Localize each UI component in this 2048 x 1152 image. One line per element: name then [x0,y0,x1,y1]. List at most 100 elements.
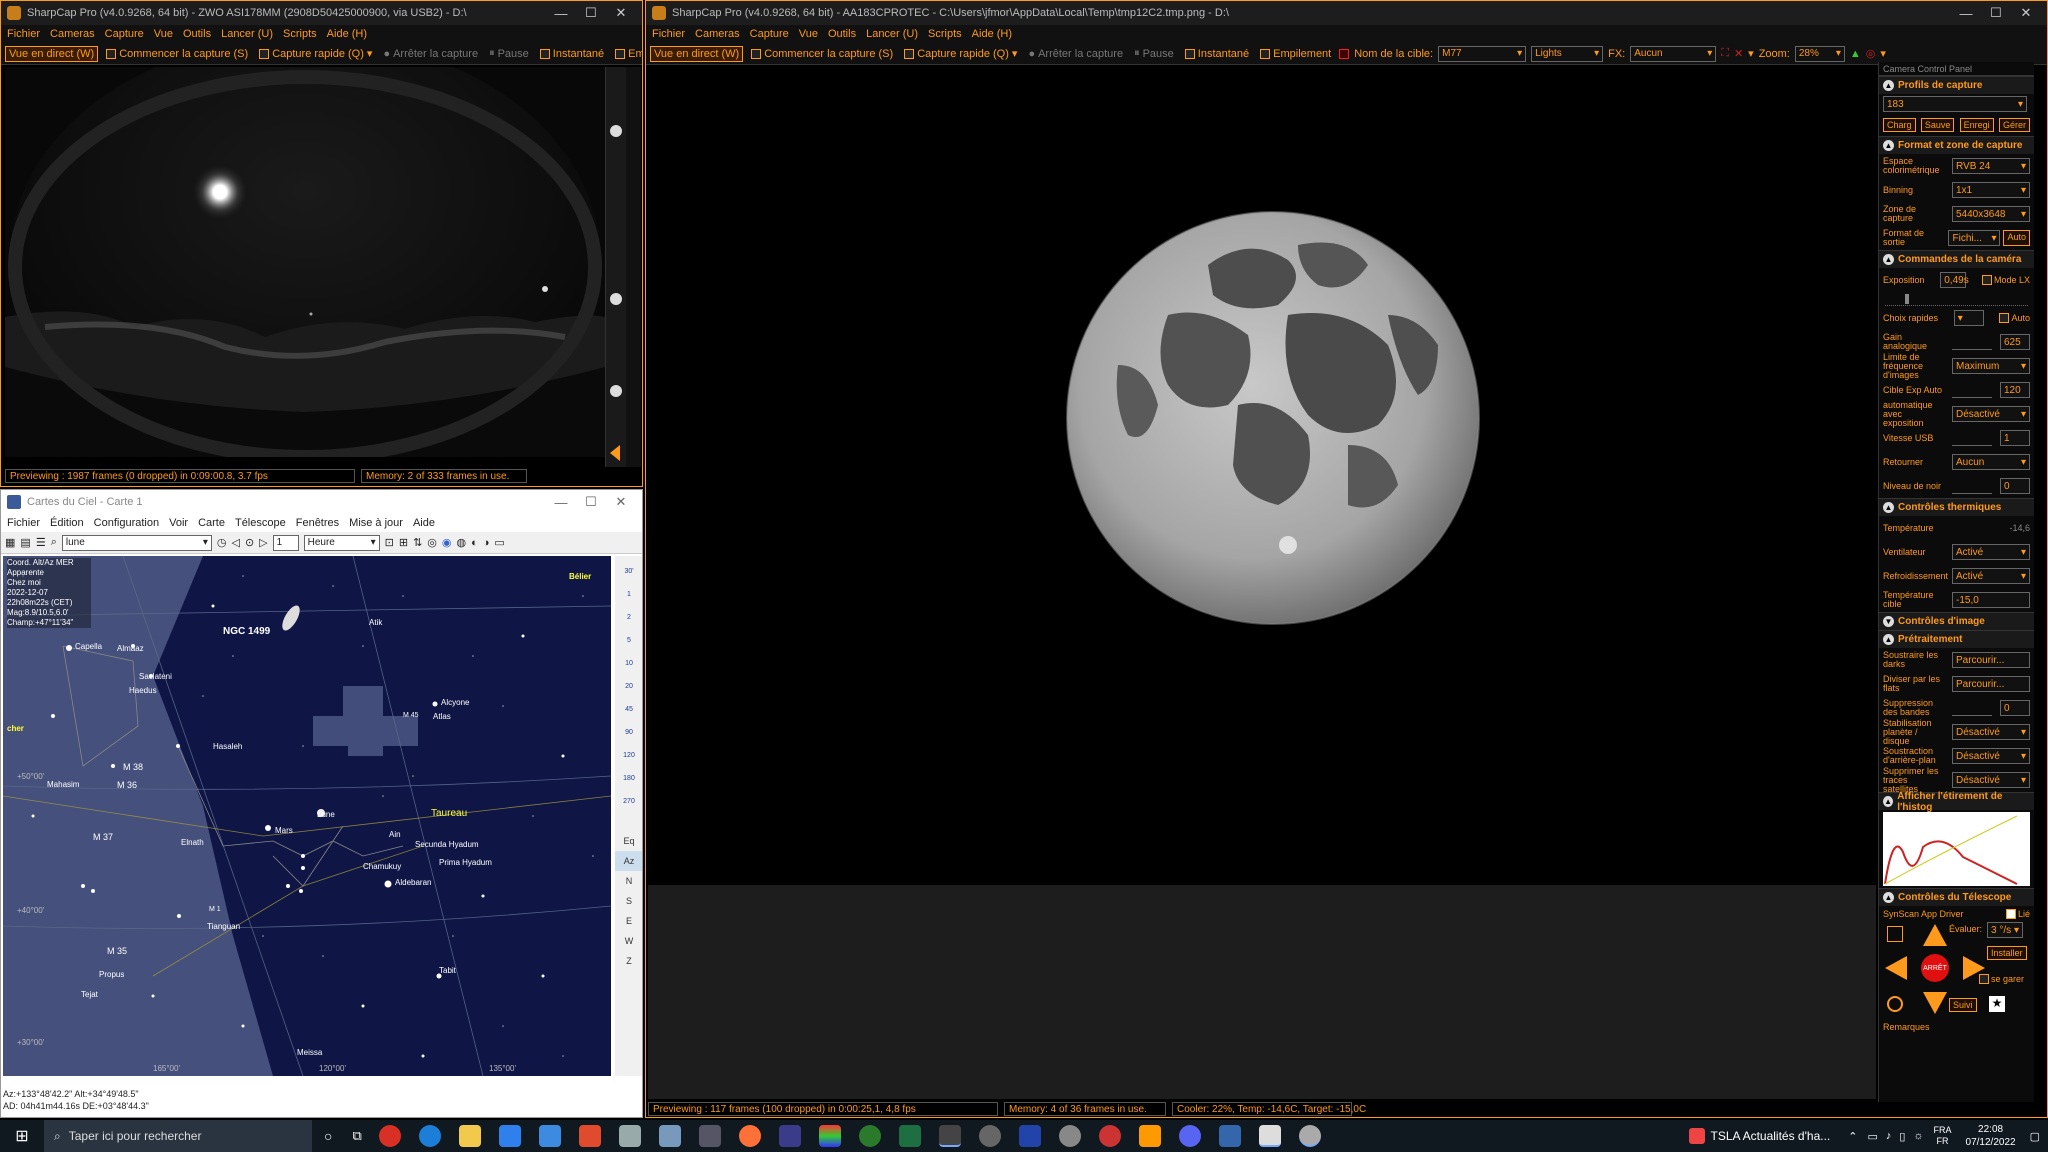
calculator-icon[interactable] [698,1125,721,1147]
section-image-controls[interactable]: ▼ Contrôles d'image [1879,612,2034,630]
app-icon-18[interactable] [1058,1125,1081,1147]
tray-chevron-icon[interactable]: ⌃ [1848,1130,1857,1143]
side-icon-up-1[interactable] [610,125,622,137]
center-icon[interactable]: ◎ [427,536,437,549]
stop-mount-button[interactable]: ARRÊT [1921,954,1949,982]
close-button[interactable]: ✕ [606,494,636,510]
zoom-dropdown[interactable]: 28% ▾ [1794,45,1845,62]
usb-speed-input[interactable]: 1 [2000,430,2030,446]
zoom-180[interactable]: 180 [615,767,642,790]
menu-outils[interactable]: Outils [828,28,856,40]
tray-icon-extra[interactable]: ☼ [1913,1130,1923,1142]
close-button[interactable]: ✕ [606,5,636,21]
banding-slider[interactable] [1952,700,1992,716]
app-icon-7[interactable] [618,1125,641,1147]
notification-icon[interactable]: ▢ [2030,1130,2040,1143]
start-capture-button[interactable]: Commencer la capture (S) [103,47,251,61]
black-level-input[interactable]: 0 [2000,478,2030,494]
office-icon[interactable] [578,1125,601,1147]
planet-icon[interactable]: ◍ [457,536,467,549]
exposure-input[interactable]: 0,49s [1940,272,1969,288]
sun-icon[interactable]: ◑ [483,537,490,549]
auto-exposure-checkbox[interactable]: Auto [1999,313,2030,323]
chevron-down-icon[interactable]: ▾ [1880,47,1886,60]
banding-input[interactable]: 0 [2000,700,2030,716]
north-button[interactable]: N [615,871,642,891]
equatorial-button[interactable]: Eq [615,831,642,851]
histogram-mini[interactable] [1883,812,2030,886]
frame-rate-limit-dropdown[interactable]: Maximum ▾ [1952,358,2030,374]
stabilization-dropdown[interactable]: Désactivé ▾ [1952,724,2030,740]
menu-capture[interactable]: Capture [105,28,144,40]
fan-dropdown[interactable]: Activé ▾ [1952,544,2030,560]
title-bar[interactable]: Cartes du Ciel - Carte 1 — ☐ ✕ [1,490,642,514]
time-step-input[interactable]: 1 [272,534,299,551]
flip-icon[interactable]: ⇅ [413,536,422,549]
time-step-unit-dropdown[interactable]: Heure ▾ [303,534,380,551]
gain-input[interactable]: 625 [2000,334,2030,350]
auto-exp-target-slider[interactable] [1952,382,1992,398]
menu-scripts[interactable]: Scripts [283,28,317,40]
zoom-270[interactable]: 270 [615,790,642,813]
east-button[interactable]: E [615,911,642,931]
frame-type-dropdown[interactable]: Lights ▾ [1531,45,1604,62]
background-subtraction-dropdown[interactable]: Désactivé ▾ [1952,748,2030,764]
install-button[interactable]: Installer [1987,946,2027,960]
app-icon-17[interactable] [1018,1125,1041,1147]
app-icon-15[interactable] [938,1125,961,1147]
maximize-button[interactable]: ☐ [576,5,606,21]
zoom-20[interactable]: 20 [615,675,642,698]
zoom-1[interactable]: 1 [615,583,642,606]
quick-capture-button[interactable]: Capture rapide (Q) ▾ [901,46,1020,61]
mount-target-icon[interactable] [1887,996,1903,1012]
profile-load-button[interactable]: Charg [1883,118,1916,132]
auto-exp-target-input[interactable]: 120 [2000,382,2030,398]
capture-area-dropdown[interactable]: 5440x3648 ▾ [1952,206,2030,222]
side-collapse-arrow-icon[interactable] [610,445,620,461]
maximize-button[interactable]: ☐ [1981,5,2011,21]
usb-speed-slider[interactable] [1952,430,1992,446]
main-sharpcap-window[interactable]: SharpCap Pro (v4.0.9268, 64 bit) - AA183… [645,0,2048,1118]
profile-manage-button[interactable]: Gérer [1998,118,2030,132]
color-space-dropdown[interactable]: RVB 24 ▾ [1952,158,2030,174]
app-icon-19[interactable] [1098,1125,1121,1147]
news-widget[interactable]: TSLA Actualités d'ha... [1711,1129,1831,1143]
binning-dropdown[interactable]: 1x1 ▾ [1952,182,2030,198]
stack-button[interactable]: Empilement [612,47,642,61]
now-icon[interactable]: ⊙ [245,536,254,549]
menu-mise-a-jour[interactable]: Mise à jour [349,517,403,529]
section-format[interactable]: ▲ Format et zone de capture [1879,136,2034,154]
search-icon[interactable]: ⌕ [51,536,57,549]
menu-telescope[interactable]: Télescope [235,517,286,529]
discord-icon[interactable] [1178,1125,1201,1147]
crosshair-off-icon[interactable]: ⛶ [1721,47,1729,60]
minimize-button[interactable]: — [546,6,576,21]
moon-preview-image[interactable] [648,65,1876,885]
stop-capture-button[interactable]: ● Arrêter la capture [380,47,481,61]
stack-button[interactable]: Empilement [1257,47,1334,61]
clock-icon[interactable]: ◷ [217,536,227,549]
menu-voir[interactable]: Voir [169,517,188,529]
menu-lancer[interactable]: Lancer (U) [221,28,273,40]
edge-icon[interactable] [418,1125,441,1147]
south-button[interactable]: S [615,891,642,911]
target-name-dropdown[interactable]: M77 ▾ [1438,45,1527,62]
pause-button[interactable]: ⏸ Pause [1131,46,1177,61]
menu-cameras[interactable]: Cameras [695,28,740,40]
calendar-icon[interactable]: ▦ [5,536,15,549]
snapshot-button[interactable]: Instantané [537,47,607,61]
minimize-button[interactable]: — [1951,6,1981,21]
windows-start-icon[interactable]: ⊞ [0,1120,44,1152]
app-icon-8[interactable] [658,1125,681,1147]
grid-off-icon[interactable]: ✕ [1734,47,1743,60]
title-bar[interactable]: SharpCap Pro (v4.0.9268, 64 bit) - ZWO A… [1,1,642,25]
darks-browse-button[interactable]: Parcourir... [1952,652,2030,668]
news-widget-icon[interactable] [1688,1128,1705,1144]
live-view-button[interactable]: Vue en direct (W) [5,45,99,62]
lx-mode-checkbox[interactable]: Mode LX [1981,275,2030,285]
menu-fichier[interactable]: Fichier [7,517,40,529]
cdc-taskbar-icon[interactable] [1258,1125,1281,1147]
profile-saveas-button[interactable]: Enregi [1959,118,1994,132]
chevron-down-icon[interactable]: ▾ [1748,47,1754,60]
step-back-icon[interactable]: ◁ [231,536,239,549]
